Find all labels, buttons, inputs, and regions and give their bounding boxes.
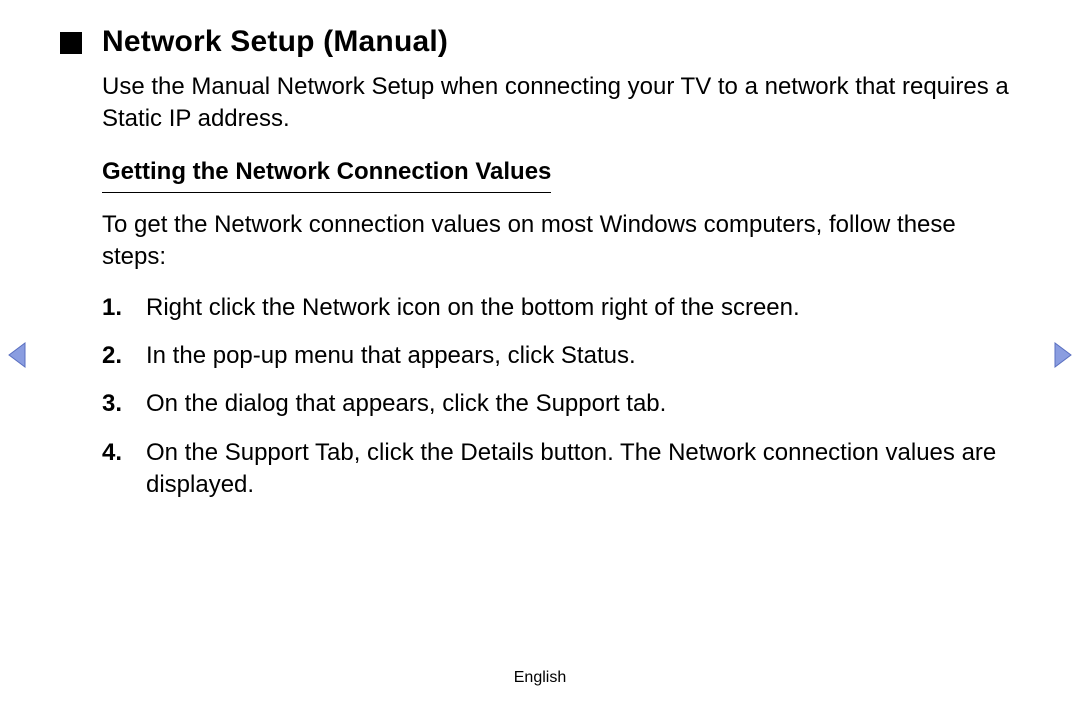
intro-text: Use the Manual Network Setup when connec… — [102, 71, 1020, 136]
step-text: On the Support Tab, click the Details bu… — [146, 437, 1020, 502]
step-number: 3. — [102, 388, 146, 420]
step-number: 2. — [102, 340, 146, 372]
triangle-right-icon — [1054, 342, 1072, 368]
section-subheading: Getting the Network Connection Values — [102, 158, 551, 193]
lead-text: To get the Network connection values on … — [102, 209, 1020, 274]
steps-list: 1. Right click the Network icon on the b… — [102, 292, 1020, 502]
bullet-square-icon — [60, 32, 82, 54]
next-page-button[interactable] — [1054, 342, 1072, 368]
list-item: 4. On the Support Tab, click the Details… — [102, 437, 1020, 502]
page-content: Network Setup (Manual) Use the Manual Ne… — [0, 0, 1080, 502]
step-number: 4. — [102, 437, 146, 502]
page-title: Network Setup (Manual) — [102, 25, 448, 59]
prev-page-button[interactable] — [8, 342, 26, 368]
triangle-left-icon — [8, 342, 26, 368]
step-number: 1. — [102, 292, 146, 324]
list-item: 1. Right click the Network icon on the b… — [102, 292, 1020, 324]
step-text: On the dialog that appears, click the Su… — [146, 388, 1020, 420]
footer-language: English — [0, 669, 1080, 687]
title-row: Network Setup (Manual) — [60, 25, 1020, 59]
step-text: In the pop-up menu that appears, click S… — [146, 340, 1020, 372]
list-item: 3. On the dialog that appears, click the… — [102, 388, 1020, 420]
list-item: 2. In the pop-up menu that appears, clic… — [102, 340, 1020, 372]
step-text: Right click the Network icon on the bott… — [146, 292, 1020, 324]
subhead-wrap: Getting the Network Connection Values — [102, 158, 1020, 193]
